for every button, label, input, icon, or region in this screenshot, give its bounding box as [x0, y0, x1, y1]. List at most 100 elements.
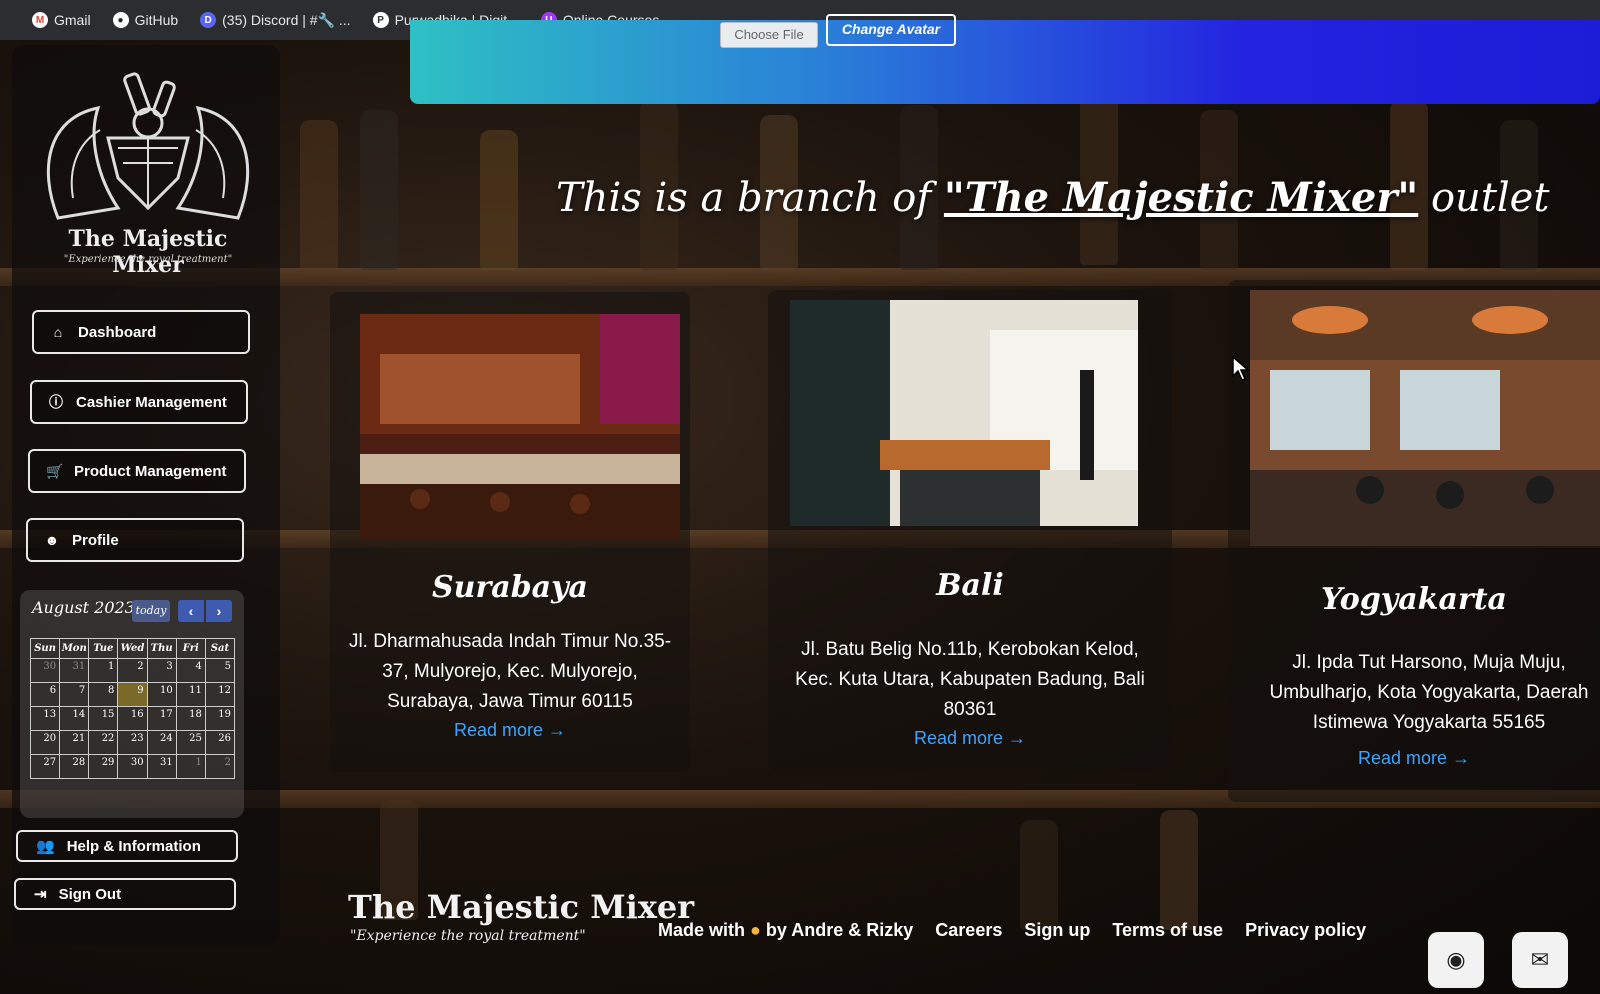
headline-prefix: This is a branch of — [556, 175, 932, 221]
nav-help-information[interactable]: 👥 Help & Information — [16, 830, 238, 862]
footer-link-terms[interactable]: Terms of use — [1112, 920, 1223, 941]
sign-out-button[interactable]: ⇥ Sign Out — [14, 878, 236, 910]
calendar-day[interactable]: 15 — [89, 707, 119, 731]
calendar-day[interactable]: 10 — [147, 683, 177, 707]
calendar-day[interactable]: 18 — [176, 707, 206, 731]
read-more-link[interactable]: Read more → — [1228, 748, 1600, 769]
calendar-day[interactable]: 19 — [205, 707, 235, 731]
calendar-next-button[interactable]: › — [206, 600, 232, 622]
calendar-weekday: Thu — [147, 639, 177, 659]
github-icon: ● — [112, 12, 129, 28]
nav-cashier-management[interactable]: ⓘ Cashier Management — [30, 380, 248, 424]
chevron-left-icon: ‹ — [188, 603, 194, 619]
calendar-day[interactable]: 6 — [31, 683, 61, 707]
bottle — [1020, 820, 1058, 930]
nav-profile[interactable]: ☻ Profile — [26, 518, 244, 562]
calendar-day[interactable]: 25 — [176, 731, 206, 755]
calendar-day[interactable]: 30 — [31, 659, 61, 683]
calendar-day[interactable]: 13 — [31, 707, 61, 731]
discord-icon: D — [200, 12, 217, 28]
nav-label: Dashboard — [78, 323, 157, 341]
read-more-link[interactable]: Read more → — [768, 728, 1172, 749]
branch-address: Jl. Batu Belig No.11b, Kerobokan Kelod, … — [795, 639, 1145, 720]
made-by-text: by Andre & Rizky — [765, 920, 914, 940]
calendar-day[interactable]: 27 — [31, 755, 61, 779]
calendar-day[interactable]: 24 — [147, 731, 177, 755]
footer-credit: Made with ● by Andre & Rizky — [658, 920, 913, 941]
calendar-prev-button[interactable]: ‹ — [178, 600, 204, 622]
branch-address: Jl. Dharmahusada Indah Timur No.35-37, M… — [348, 631, 672, 712]
footer-link-sign-up[interactable]: Sign up — [1024, 920, 1090, 941]
change-avatar-button[interactable]: Change Avatar — [826, 14, 956, 46]
calendar-day[interactable]: 5 — [205, 659, 235, 683]
footer-logo[interactable]: The Majestic Mixer — [348, 888, 694, 926]
bar-interior-image — [360, 314, 680, 540]
chevron-right-icon: › — [216, 603, 222, 619]
profile-banner — [410, 20, 1600, 104]
bookmark-label: GitHub — [134, 12, 179, 28]
calendar-day[interactable]: 29 — [89, 755, 119, 779]
calendar-day[interactable]: 31 — [147, 755, 177, 779]
branch-name: Bali — [936, 568, 1004, 603]
made-with-text: Made with — [658, 920, 746, 940]
calendar-day[interactable]: 14 — [60, 707, 90, 731]
calendar-weekday: Tue — [89, 639, 119, 659]
footer-tagline: "Experience the royal treatment" — [350, 928, 586, 944]
calendar-day[interactable]: 4 — [176, 659, 206, 683]
calendar-day[interactable]: 2 — [205, 755, 235, 779]
calendar-day[interactable]: 16 — [118, 707, 148, 731]
bookmark-discord[interactable]: D (35) Discord | #🔧 ... — [200, 12, 351, 29]
bookmark-gmail[interactable]: M Gmail — [32, 12, 91, 28]
calendar-day[interactable]: 21 — [60, 731, 90, 755]
nav-product-management[interactable]: 🛒 Product Management — [28, 449, 246, 493]
calendar-day[interactable]: 8 — [89, 683, 119, 707]
mouse-cursor-icon — [1232, 356, 1250, 381]
calendar-day[interactable]: 3 — [147, 659, 177, 683]
branch-card-surabaya: Surabaya Jl. Dharmahusada Indah Timur No… — [330, 292, 690, 772]
branch-card-yogyakarta: Yogyakarta Jl. Ipda Tut Harsono, Muja Mu… — [1228, 280, 1600, 802]
footer-link-privacy[interactable]: Privacy policy — [1245, 920, 1366, 941]
bottle — [300, 120, 338, 270]
heart-icon: ● — [750, 920, 761, 940]
calendar-day[interactable]: 1 — [176, 755, 206, 779]
choose-file-button[interactable]: Choose File — [720, 22, 818, 48]
github-icon: ◉ — [1446, 947, 1466, 972]
calendar-day[interactable]: 11 — [176, 683, 206, 707]
calendar-day[interactable]: 28 — [60, 755, 90, 779]
calendar-day[interactable]: 26 — [205, 731, 235, 755]
bottle — [1160, 810, 1198, 930]
home-icon: ⌂ — [53, 324, 63, 340]
bookmark-github[interactable]: ● GitHub — [112, 12, 179, 28]
calendar-today-button[interactable]: today — [132, 600, 170, 622]
calendar-title: August 2023 — [32, 598, 135, 617]
calendar-day[interactable]: 1 — [89, 659, 119, 683]
calendar-day[interactable]: 17 — [147, 707, 177, 731]
calendar-weekday: Sun — [31, 639, 61, 659]
branch-photo — [1250, 290, 1600, 546]
calendar-weekday: Fri — [176, 639, 206, 659]
bottle — [480, 130, 518, 270]
calendar-day[interactable]: 2 — [118, 659, 148, 683]
calendar-day[interactable]: 20 — [31, 731, 61, 755]
calendar-day[interactable]: 22 — [89, 731, 119, 755]
nav-dashboard[interactable]: ⌂ Dashboard — [32, 310, 250, 354]
brand-logo[interactable]: The Majestic Mixer "Experience the royal… — [38, 68, 258, 278]
branch-address: Jl. Ipda Tut Harsono, Muja Muju, Umbulha… — [1269, 652, 1589, 733]
footer-links: Made with ● by Andre & Rizky Careers Sig… — [658, 920, 1366, 941]
calendar-day[interactable]: 23 — [118, 731, 148, 755]
github-social-button[interactable]: ◉ — [1428, 932, 1484, 988]
nav-label: Product Management — [74, 462, 227, 480]
calendar-day[interactable]: 9 — [118, 683, 148, 707]
read-more-link[interactable]: Read more → — [330, 720, 690, 741]
calendar-day[interactable]: 12 — [205, 683, 235, 707]
calendar-day[interactable]: 31 — [60, 659, 90, 683]
bookmark-label: Gmail — [54, 12, 91, 28]
calendar-widget: August 2023 today ‹ › Sun Mon Tue Wed Thu Fri… — [20, 590, 244, 818]
brand-tagline: "Experience the royal treatment" — [63, 254, 233, 265]
winged-crest-icon — [46, 72, 250, 220]
footer-link-careers[interactable]: Careers — [935, 920, 1002, 941]
calendar-day[interactable]: 7 — [60, 683, 90, 707]
mail-social-button[interactable]: ✉ — [1512, 932, 1568, 988]
user-icon: ☻ — [44, 532, 60, 548]
calendar-day[interactable]: 30 — [118, 755, 148, 779]
